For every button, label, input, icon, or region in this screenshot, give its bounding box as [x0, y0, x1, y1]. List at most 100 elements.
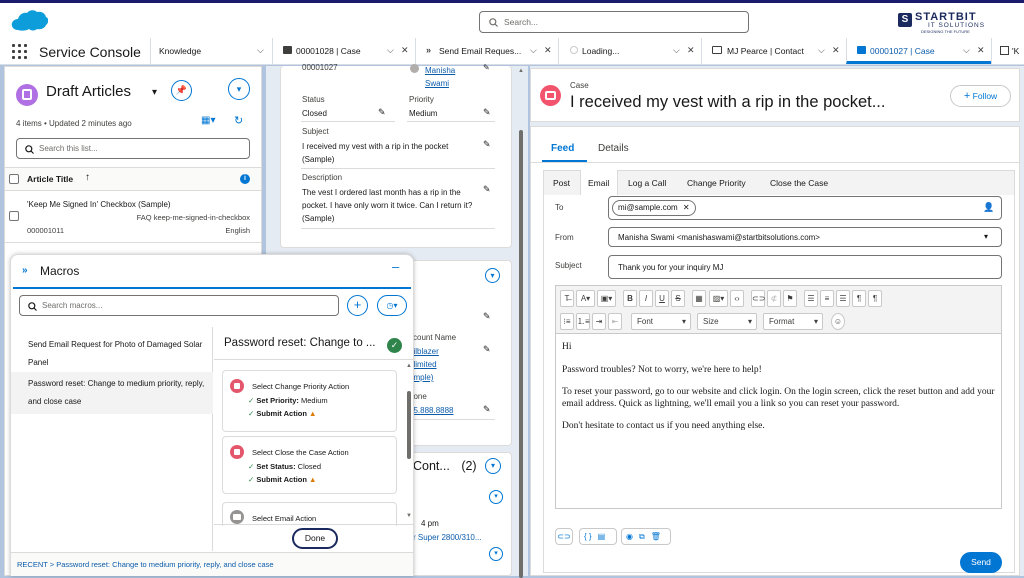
size-select[interactable]: Size ▾ [697, 313, 757, 330]
tab-contact-mj-pearce[interactable]: MJ Pearce | Contact ⌵ ✕ [701, 38, 846, 64]
follow-button[interactable]: + Follow [950, 85, 1011, 107]
close-icon[interactable]: ✕ [977, 45, 985, 56]
bulleted-list-icon[interactable]: ⁝≡ [560, 313, 574, 330]
chevron-down-icon[interactable]: ⌵ [257, 45, 264, 56]
bold-icon[interactable]: B [623, 290, 637, 307]
action-change-priority[interactable]: Change Priority [687, 178, 746, 188]
macro-history-button[interactable]: ◷▾ [377, 295, 407, 316]
emoji-icon[interactable]: ☺ [831, 313, 845, 330]
subject-input[interactable]: Thank you for your inquiry MJ [608, 255, 1002, 279]
global-search-input[interactable]: Search... [479, 11, 749, 33]
pencil-icon[interactable]: ✎ [378, 107, 386, 118]
column-header-title[interactable]: Article Title [27, 174, 73, 184]
article-title-link[interactable]: 'Keep Me Signed In' Checkbox (Sample) [27, 200, 171, 209]
align-center-icon[interactable]: ≡ [820, 290, 834, 307]
pencil-icon[interactable]: ✎ [483, 63, 490, 72]
align-right-icon[interactable]: ☰ [836, 290, 850, 307]
chevron-down-icon[interactable]: ⌵ [387, 45, 394, 56]
display-as-icon[interactable]: ▦▾ [201, 115, 215, 126]
email-body-editor[interactable]: Hi Password troubles? Not to worry, we'r… [555, 333, 1002, 509]
preview-template-buttons[interactable]: ◉ ⧉ 🗑 [621, 528, 671, 545]
list-view-chevron-icon[interactable]: ▾ [152, 87, 157, 98]
list-item[interactable]: 'Keep Me Signed In' Checkbox (Sample) FA… [5, 191, 261, 243]
image-icon[interactable]: ▨▾ [709, 290, 728, 307]
tab-details[interactable]: Details [598, 143, 629, 154]
text-color-icon[interactable]: A▾ [576, 290, 595, 307]
macros-search-input[interactable]: Search macros... [19, 295, 339, 316]
outdent-icon[interactable]: ⇤ [608, 313, 622, 330]
strikethrough-icon[interactable]: S [671, 290, 685, 307]
recipient-pill[interactable]: mi@sample.com ✕ [612, 200, 696, 216]
chevron-down-icon[interactable]: ▾ [489, 547, 503, 561]
phone-link[interactable]: 05.888.8888 [409, 405, 454, 415]
chevron-down-icon[interactable]: ▾ [228, 78, 250, 100]
contact-lookup-icon[interactable]: 👤 [983, 202, 994, 213]
action-email[interactable]: Email [580, 170, 618, 195]
done-button[interactable]: Done [292, 528, 338, 549]
chevron-down-icon[interactable]: ⌵ [963, 45, 970, 56]
account-name-link[interactable]: ailblazer nlimited ample) [409, 345, 453, 384]
pencil-icon[interactable]: ✎ [483, 344, 491, 355]
close-icon[interactable]: ✕ [544, 45, 552, 56]
list-item[interactable]: Send Email Request for Photo of Damaged … [11, 327, 213, 371]
salesforce-logo[interactable] [10, 8, 48, 34]
minimize-icon[interactable]: – [392, 259, 399, 274]
link-icon[interactable]: ⊂⊃ [751, 290, 765, 307]
to-field[interactable]: mi@sample.com ✕ 👤 [608, 196, 1002, 220]
add-macro-button[interactable]: + [347, 295, 368, 316]
info-icon[interactable]: i [240, 174, 250, 184]
list-search-input[interactable]: Search this list... [16, 138, 250, 159]
underline-icon[interactable]: U [655, 290, 669, 307]
indent-icon[interactable]: ⇥ [592, 313, 606, 330]
align-left-icon[interactable]: ☰ [804, 290, 818, 307]
pencil-icon[interactable]: ✎ [483, 311, 491, 322]
detail-scrollbar[interactable]: ▲ [517, 68, 525, 578]
app-launcher-icon[interactable] [12, 44, 28, 60]
pencil-icon[interactable]: ✎ [483, 139, 491, 150]
list-item[interactable]: Password reset: Change to medium priorit… [11, 372, 213, 414]
owner-link[interactable]: Manisha Swami [425, 64, 461, 90]
tab-knowledge-partial[interactable]: 'K [991, 38, 1024, 64]
pencil-icon[interactable]: ✎ [483, 107, 491, 118]
table-icon[interactable]: ▦ [692, 290, 706, 307]
pin-icon[interactable]: 📌 [171, 80, 192, 101]
anchor-flag-icon[interactable]: ⚑ [783, 290, 797, 307]
refresh-icon[interactable]: ↻ [234, 114, 243, 127]
close-icon[interactable]: ✕ [401, 45, 409, 56]
format-select[interactable]: Format ▾ [763, 313, 823, 330]
chevron-down-icon[interactable]: ⌵ [530, 45, 537, 56]
macro-steps-scrollbar[interactable]: ▲ ▼ [406, 363, 413, 523]
related-product-link[interactable]: r Super 2800/310... [413, 533, 482, 542]
numbered-list-icon[interactable]: ⒈≡ [576, 313, 590, 330]
tab-send-email-request[interactable]: » Send Email Reques... ⌵ ✕ [415, 38, 558, 64]
chevron-down-icon[interactable]: ▾ [489, 490, 503, 504]
unlink-icon[interactable]: ⊄ [767, 290, 781, 307]
merge-field-buttons[interactable]: { } ▤ [579, 528, 617, 545]
tab-case-00001028[interactable]: 00001028 | Case ⌵ ✕ [272, 38, 415, 64]
tab-loading[interactable]: Loading... ⌵ ✕ [558, 38, 701, 64]
pencil-icon[interactable]: ✎ [483, 184, 491, 195]
chevron-down-icon[interactable]: ▾ [485, 458, 501, 474]
recent-macro-link[interactable]: RECENT > Password reset: Change to mediu… [17, 560, 274, 569]
send-button[interactable]: Send [960, 552, 1002, 573]
action-log-a-call[interactable]: Log a Call [628, 178, 666, 188]
code-icon[interactable]: ‹› [730, 290, 744, 307]
chevron-down-icon[interactable]: ⌵ [673, 45, 680, 56]
action-post[interactable]: Post [553, 178, 570, 188]
italic-icon[interactable]: I [639, 290, 653, 307]
nav-selector[interactable]: Knowledge ⌵ [150, 38, 272, 64]
rtl-icon[interactable]: ¶ [868, 290, 882, 307]
tab-feed[interactable]: Feed [551, 143, 574, 154]
remove-format-icon[interactable]: T̶ [560, 290, 574, 307]
font-select[interactable]: Font ▾ [631, 313, 691, 330]
from-select[interactable]: Manisha Swami <manishaswami@startbitsolu… [608, 227, 1002, 247]
pencil-icon[interactable]: ✎ [483, 404, 491, 415]
close-icon[interactable]: ✕ [832, 45, 840, 56]
attach-link-icon[interactable]: ⊂⊃ [555, 528, 573, 545]
tab-case-00001027[interactable]: 00001027 | Case ⌵ ✕ [846, 38, 991, 64]
chevron-down-icon[interactable]: ⌵ [818, 45, 825, 56]
chevron-down-icon[interactable]: ▾ [485, 268, 500, 283]
select-all-checkbox[interactable] [9, 174, 19, 184]
bg-color-icon[interactable]: ▣▾ [597, 290, 616, 307]
ltr-icon[interactable]: ¶ [852, 290, 866, 307]
